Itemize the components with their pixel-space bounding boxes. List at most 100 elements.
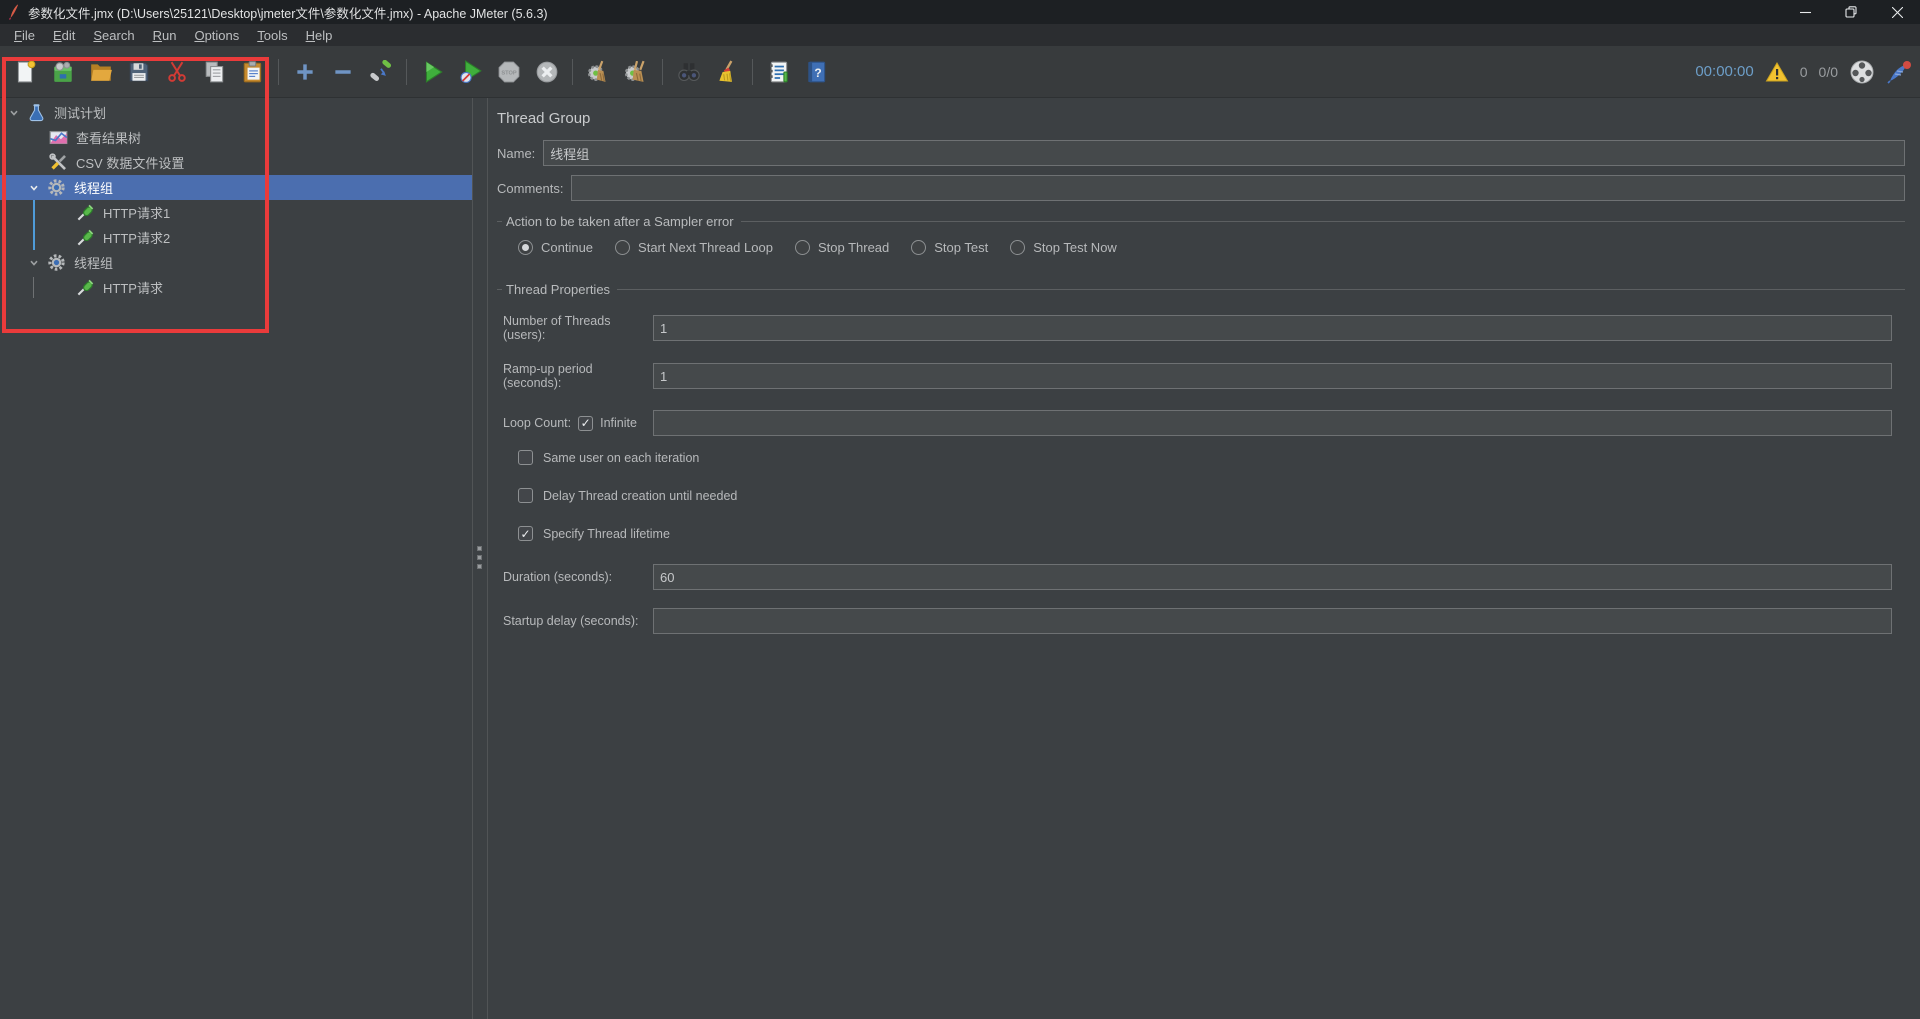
- chevron-down-icon[interactable]: [6, 108, 22, 118]
- name-input[interactable]: [543, 140, 1905, 166]
- titlebar: 参数化文件.jmx (D:\Users\25121\Desktop\jmeter…: [0, 0, 1920, 24]
- clear-button[interactable]: [582, 55, 615, 88]
- content-area: 测试计划 查看结果树 CSV 数据文件设置 线程组 HTTP请求1 HTTP请求…: [0, 98, 1920, 1019]
- page-title: Thread Group: [497, 110, 591, 127]
- menu-search[interactable]: Search: [84, 26, 143, 45]
- startup-delay-input[interactable]: [653, 608, 1892, 634]
- menu-help[interactable]: Help: [297, 26, 342, 45]
- help-button[interactable]: ?: [800, 55, 833, 88]
- thread-state-ball-icon: [1849, 59, 1875, 85]
- radio-button-icon[interactable]: [1010, 240, 1026, 255]
- jmeter-feather-icon: [8, 4, 19, 20]
- tree-node-view-results-tree[interactable]: 查看结果树: [0, 125, 472, 150]
- comments-label: Comments:: [497, 180, 564, 196]
- copy-button[interactable]: [198, 55, 231, 88]
- restore-button[interactable]: [1828, 0, 1874, 24]
- thread-properties-group-title: Thread Properties: [506, 282, 611, 297]
- splitter-handle[interactable]: [477, 546, 482, 569]
- templates-button[interactable]: [46, 55, 79, 88]
- infinite-checkbox[interactable]: [578, 415, 594, 431]
- radio-start-next-thread-loop[interactable]: Start Next Thread Loop: [615, 240, 773, 255]
- chevron-down-icon[interactable]: [26, 183, 42, 193]
- radio-stop-test[interactable]: Stop Test: [911, 240, 988, 255]
- radio-button-icon[interactable]: [911, 240, 927, 255]
- expand-all-button[interactable]: [288, 55, 321, 88]
- delay-thread-creation-row[interactable]: Delay Thread creation until needed: [518, 488, 1905, 503]
- save-button[interactable]: [122, 55, 155, 88]
- specify-lifetime-row[interactable]: Specify Thread lifetime: [518, 526, 1905, 541]
- tree-node-label: 测试计划: [54, 106, 107, 121]
- menu-tools[interactable]: Tools: [248, 26, 296, 45]
- infinite-label: Infinite: [600, 416, 637, 430]
- radio-button-icon[interactable]: [615, 240, 631, 255]
- tree-guide-line-selected: [33, 200, 35, 250]
- elapsed-timer: 00:00:00: [1695, 63, 1754, 80]
- paste-button[interactable]: [236, 55, 269, 88]
- http-request-icon: [76, 228, 95, 247]
- tree-node-label: HTTP请求: [103, 281, 163, 296]
- menu-options[interactable]: Options: [185, 26, 248, 45]
- menu-run[interactable]: Run: [144, 26, 186, 45]
- thread-group-icon: [47, 253, 66, 272]
- clear-search-button[interactable]: [710, 55, 743, 88]
- collapse-all-button[interactable]: [326, 55, 359, 88]
- num-threads-label: Number of Threads (users):: [503, 314, 611, 342]
- thread-properties-group-header: Thread Properties: [497, 282, 1905, 297]
- loop-count-input[interactable]: [653, 410, 1892, 436]
- clear-all-button[interactable]: [620, 55, 653, 88]
- view-results-tree-icon: [49, 128, 68, 147]
- delay-thread-creation-checkbox[interactable]: [518, 488, 533, 503]
- name-row: Name:: [497, 140, 1905, 166]
- tree-node-csv-data-set-config[interactable]: CSV 数据文件设置: [0, 150, 472, 175]
- same-user-checkbox[interactable]: [518, 450, 533, 465]
- panel-splitter[interactable]: [472, 98, 488, 1019]
- stop-button[interactable]: STOP: [492, 55, 525, 88]
- menu-file[interactable]: File: [5, 26, 44, 45]
- radio-button-icon[interactable]: [518, 240, 533, 255]
- loop-count-label: Loop Count:: [503, 416, 572, 430]
- toolbar-separator: [572, 58, 573, 85]
- svg-text:STOP: STOP: [501, 70, 517, 76]
- svg-text:?: ?: [814, 65, 821, 79]
- minimize-button[interactable]: [1782, 0, 1828, 24]
- radio-stop-test-now[interactable]: Stop Test Now: [1010, 240, 1117, 255]
- thread-options: Same user on each iteration Delay Thread…: [497, 450, 1905, 541]
- open-file-button[interactable]: [84, 55, 117, 88]
- toolbar-status: 00:00:00 0 0/0: [1695, 59, 1912, 85]
- ramp-up-input[interactable]: [653, 363, 1892, 389]
- specify-lifetime-checkbox[interactable]: [518, 526, 533, 541]
- toggle-button[interactable]: [364, 55, 397, 88]
- tree-node-test-plan[interactable]: 测试计划: [0, 100, 472, 125]
- duration-input[interactable]: [653, 564, 1892, 590]
- radio-button-icon[interactable]: [794, 240, 810, 255]
- tree-node-thread-group-1[interactable]: 线程组: [0, 175, 472, 200]
- duration-label: Duration (seconds):: [503, 570, 613, 584]
- tree-node-thread-group-2[interactable]: 线程组: [0, 250, 472, 275]
- start-no-pauses-button[interactable]: [454, 55, 487, 88]
- toolbar-separator: [406, 58, 407, 85]
- search-button[interactable]: [672, 55, 705, 88]
- tree-guide-line: [33, 277, 34, 298]
- warning-icon[interactable]: [1765, 61, 1789, 83]
- close-button[interactable]: [1874, 0, 1920, 24]
- thread-group-icon: [47, 178, 66, 197]
- sampler-error-options: Continue Start Next Thread Loop Stop Thr…: [518, 240, 1905, 255]
- radio-stop-thread[interactable]: Stop Thread: [794, 240, 889, 255]
- function-helper-button[interactable]: [762, 55, 795, 88]
- same-user-row[interactable]: Same user on each iteration: [518, 450, 1905, 465]
- tree-node-http-request-3[interactable]: HTTP请求: [0, 275, 472, 300]
- tree-node-http-request-2[interactable]: HTTP请求2: [0, 225, 472, 250]
- new-file-button[interactable]: [8, 55, 41, 88]
- radio-continue[interactable]: Continue: [518, 240, 593, 255]
- chevron-down-icon[interactable]: [26, 258, 42, 268]
- menubar: File Edit Search Run Options Tools Help: [0, 24, 1920, 46]
- comments-input[interactable]: [571, 175, 1905, 201]
- http-request-icon: [76, 203, 95, 222]
- start-button[interactable]: [416, 55, 449, 88]
- cut-button[interactable]: [160, 55, 193, 88]
- test-plan-tree: 测试计划 查看结果树 CSV 数据文件设置 线程组 HTTP请求1 HTTP请求…: [0, 98, 472, 1019]
- tree-node-http-request-1[interactable]: HTTP请求1: [0, 200, 472, 225]
- menu-edit[interactable]: Edit: [44, 26, 84, 45]
- num-threads-input[interactable]: [653, 315, 1892, 341]
- shutdown-button[interactable]: [530, 55, 563, 88]
